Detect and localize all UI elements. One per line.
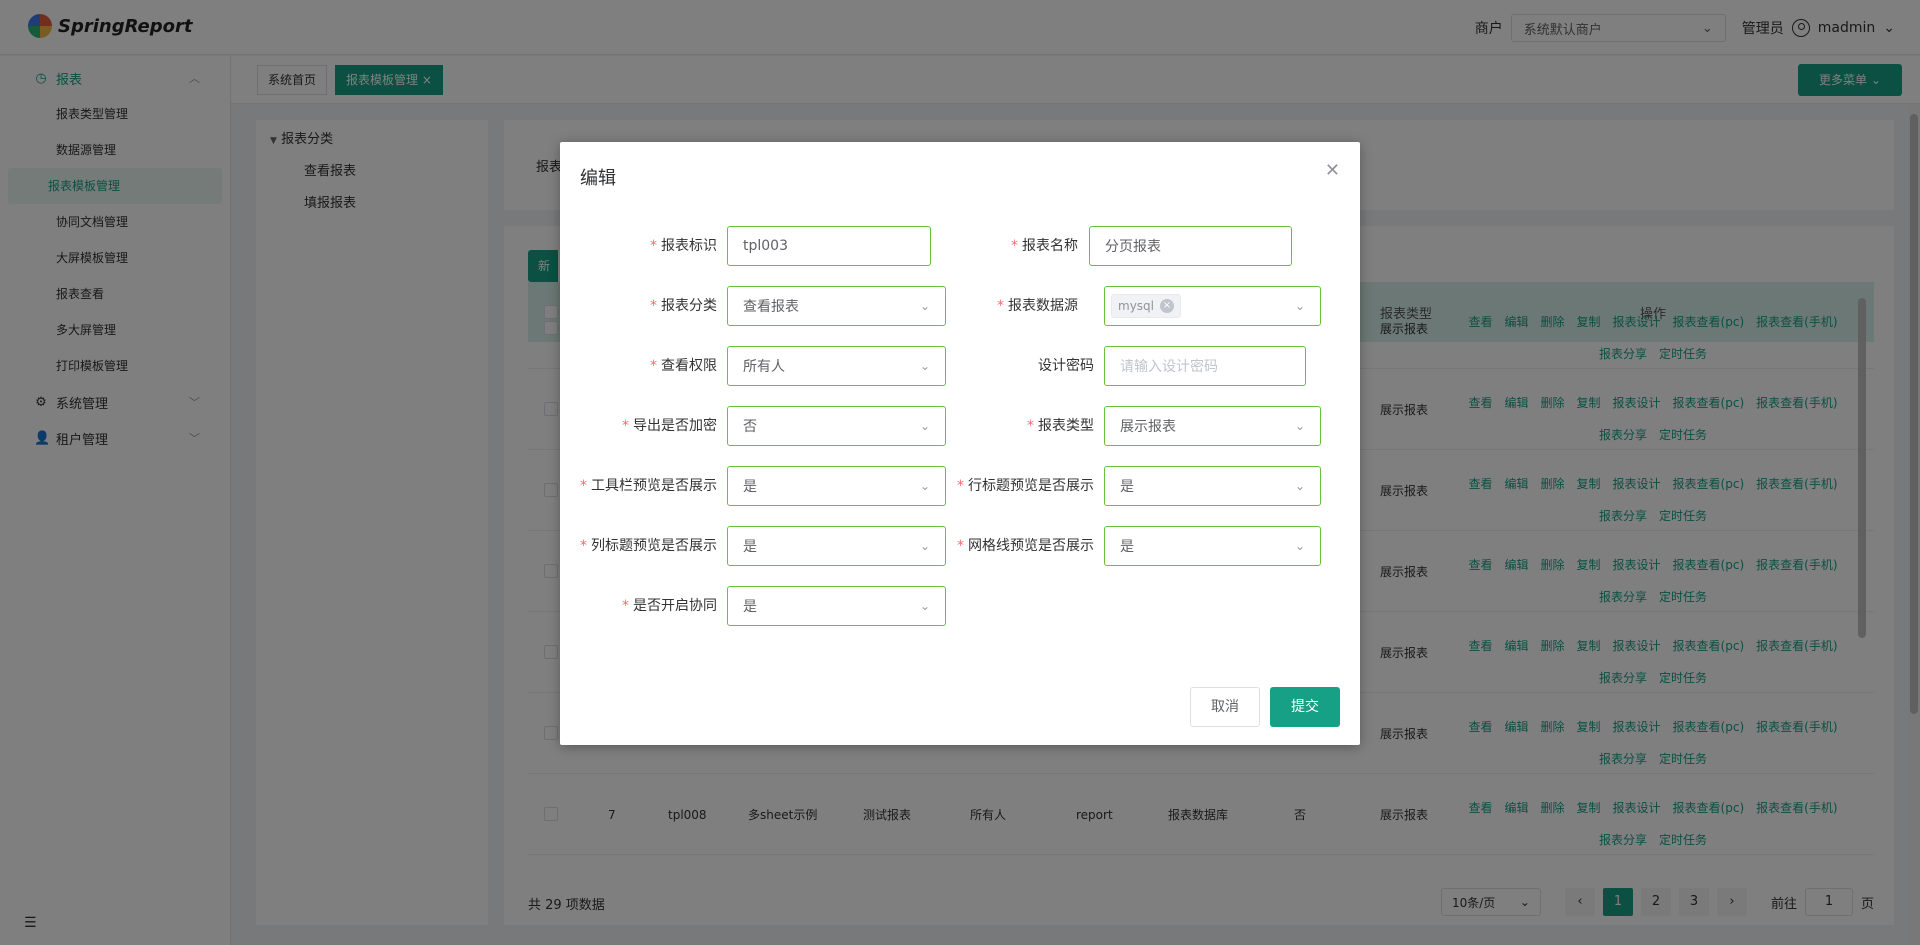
name-input[interactable]: 分页报表 xyxy=(1089,226,1292,266)
field-label-design-pwd: 设计密码 xyxy=(1038,358,1094,374)
field-label-col-header-preview: * 列标题预览是否展示 xyxy=(580,538,717,554)
chevron-down-icon: ⌄ xyxy=(1294,539,1305,553)
submit-button[interactable]: 提交 xyxy=(1270,687,1340,727)
collab-value: 是 xyxy=(743,599,757,615)
design-password-input[interactable]: 请输入设计密码 xyxy=(1104,346,1306,386)
chevron-down-icon: ⌄ xyxy=(919,419,930,433)
gridline-preview-select[interactable]: 是 ⌄ xyxy=(1104,526,1321,566)
field-label-toolbar-preview: * 工具栏预览是否展示 xyxy=(580,478,717,494)
form-row: * 工具栏预览是否展示 是 ⌄ * 行标题预览是否展示 是 ⌄ xyxy=(560,466,1360,506)
code-value: tpl003 xyxy=(743,238,788,254)
name-value: 分页报表 xyxy=(1105,239,1161,255)
chevron-down-icon: ⌄ xyxy=(919,359,930,373)
report-type-value: 展示报表 xyxy=(1120,419,1176,435)
export-encrypt-value: 否 xyxy=(743,419,757,435)
gridline-preview-value: 是 xyxy=(1120,539,1134,555)
form-row: * 导出是否加密 否 ⌄ * 报表类型 展示报表 ⌄ xyxy=(560,406,1360,446)
form-row: * 列标题预览是否展示 是 ⌄ * 网格线预览是否展示 是 ⌄ xyxy=(560,526,1360,566)
toolbar-preview-value: 是 xyxy=(743,479,757,495)
field-label-row-header-preview: * 行标题预览是否展示 xyxy=(957,478,1094,494)
chevron-down-icon: ⌄ xyxy=(919,539,930,553)
permission-value: 所有人 xyxy=(743,359,785,375)
code-input[interactable]: tpl003 xyxy=(727,226,931,266)
chevron-down-icon: ⌄ xyxy=(919,299,930,313)
datasource-select[interactable]: mysql × ⌄ xyxy=(1104,286,1321,326)
row-header-preview-value: 是 xyxy=(1120,479,1134,495)
category-value: 查看报表 xyxy=(743,299,799,315)
datasource-tag: mysql × xyxy=(1111,294,1181,318)
permission-select[interactable]: 所有人 ⌄ xyxy=(727,346,946,386)
field-label-category: * 报表分类 xyxy=(650,298,717,314)
export-encrypt-select[interactable]: 否 ⌄ xyxy=(727,406,946,446)
toolbar-preview-select[interactable]: 是 ⌄ xyxy=(727,466,946,506)
chevron-down-icon: ⌄ xyxy=(1294,419,1305,433)
close-icon[interactable]: × xyxy=(1160,299,1174,313)
col-header-preview-value: 是 xyxy=(743,539,757,555)
close-icon[interactable]: ✕ xyxy=(1325,160,1340,181)
cancel-button[interactable]: 取消 xyxy=(1190,687,1260,727)
chevron-down-icon: ⌄ xyxy=(919,479,930,493)
form-row: * 报表标识 tpl003 * 报表名称 分页报表 xyxy=(560,226,1360,266)
field-label-datasource: * 报表数据源 xyxy=(997,298,1078,314)
field-label-gridline-preview: * 网格线预览是否展示 xyxy=(957,538,1094,554)
field-label-code: * 报表标识 xyxy=(650,238,717,254)
chevron-down-icon: ⌄ xyxy=(1294,299,1305,313)
form-row: * 报表分类 查看报表 ⌄ * 报表数据源 mysql × ⌄ xyxy=(560,286,1360,326)
form-row: * 是否开启协同 是 ⌄ xyxy=(560,586,1360,626)
field-label-permission: * 查看权限 xyxy=(650,358,717,374)
category-select[interactable]: 查看报表 ⌄ xyxy=(727,286,946,326)
design-password-placeholder: 请输入设计密码 xyxy=(1120,359,1218,375)
field-label-report-type: * 报表类型 xyxy=(1027,418,1094,434)
collab-select[interactable]: 是 ⌄ xyxy=(727,586,946,626)
field-label-collab: * 是否开启协同 xyxy=(622,598,717,614)
field-label-export-encrypt: * 导出是否加密 xyxy=(622,418,717,434)
edit-dialog: 编辑 ✕ * 报表标识 tpl003 * 报表名称 分页报表 * 报表分类 查看报表 ⌄… xyxy=(560,142,1360,745)
chevron-down-icon: ⌄ xyxy=(1294,479,1305,493)
row-header-preview-select[interactable]: 是 ⌄ xyxy=(1104,466,1321,506)
form-row: * 查看权限 所有人 ⌄ 设计密码 请输入设计密码 xyxy=(560,346,1360,386)
field-label-name: * 报表名称 xyxy=(1011,238,1078,254)
chevron-down-icon: ⌄ xyxy=(919,599,930,613)
col-header-preview-select[interactable]: 是 ⌄ xyxy=(727,526,946,566)
dialog-title: 编辑 xyxy=(580,168,616,189)
report-type-select[interactable]: 展示报表 ⌄ xyxy=(1104,406,1321,446)
